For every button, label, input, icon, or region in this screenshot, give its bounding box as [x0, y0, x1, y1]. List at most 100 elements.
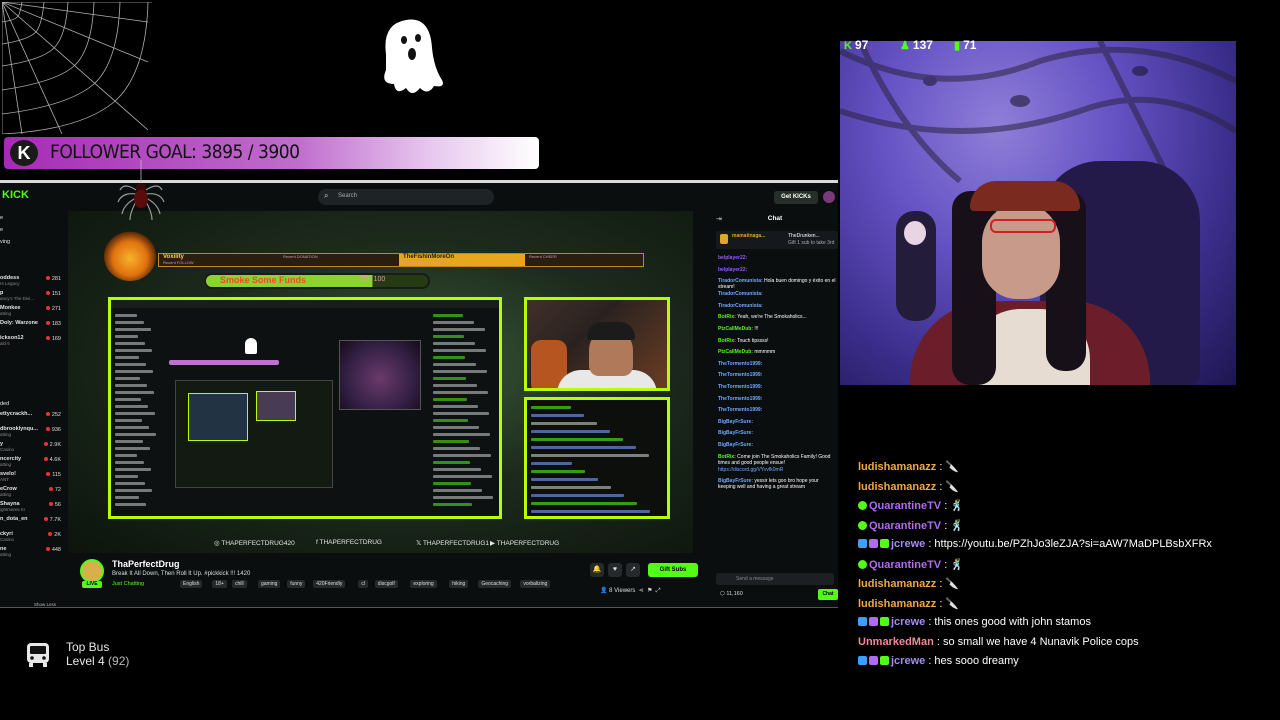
chat-message: TiradorComunista: Hola buen domingo y éx… [718, 278, 836, 290]
sidebar-channel[interactable]: ckyri Casino 2K [0, 531, 64, 545]
bus-icon [27, 643, 49, 667]
stream-video[interactable]: Voxility Recent FOLLOW Recent DONATION TheF… [68, 211, 693, 553]
stream-tag[interactable]: 420Friendly [313, 580, 346, 588]
overlay-chat-message: QuarantineTV : 🕺 [858, 558, 1278, 576]
stream-tag[interactable]: Geocaching [478, 580, 512, 588]
sidebar-channel[interactable]: svelo! ANT 115 [0, 471, 64, 485]
sidebar-channel[interactable]: dbrooklynqu... atting 936 [0, 426, 64, 440]
chat-badge-icon [869, 617, 878, 626]
chat-username[interactable]: PtzCallMeDub: [718, 326, 753, 332]
chat-message: PtzCallMeDub: !!! [718, 326, 836, 332]
kicks-balance-value: 11,160 [726, 591, 743, 597]
chat-username[interactable]: belplayer22: [718, 267, 747, 273]
chat-username[interactable]: TheTormento1999: [718, 372, 762, 378]
overlay-chat-username: jcrewe [891, 538, 926, 550]
chat-username[interactable]: TheTormento1999: [718, 361, 762, 367]
glasses [990, 219, 1056, 233]
sidebar-channel[interactable]: ickson12 ald 6 169 [0, 335, 64, 349]
sidebar-channel[interactable]: oddess rs Legacy 281 [0, 275, 64, 289]
chat-username[interactable]: belplayer22: [718, 255, 747, 261]
sidebar-nav-item[interactable]: ving [0, 239, 10, 245]
nested-sidebar-line [115, 489, 152, 492]
channel-name[interactable]: ThaPerfectDrug [112, 559, 180, 569]
sidebar-channel[interactable]: Shayna ightmares III 56 [0, 501, 64, 515]
nested-stream [175, 380, 333, 488]
channel-avatar[interactable] [80, 559, 104, 583]
social-link[interactable]: f THAPERFECTDRUG [316, 539, 382, 546]
recent-event-label: Recent SUBSCRIBER [403, 260, 443, 265]
nested-sidebar-line [115, 314, 137, 317]
chat-message: BotRix: Yeah, we're The Smokaholics... [718, 314, 836, 320]
stream-tag[interactable]: English [180, 580, 203, 588]
pinned-gift-card[interactable]: mamatinaga... TheDrunken... Gift 1 sub t… [716, 231, 838, 249]
sidebar-channel[interactable]: p ancy's The Divi... 151 [0, 290, 64, 304]
sidebar-channel[interactable]: Doly: Warzone 183 [0, 320, 64, 334]
nested-chat-line [433, 342, 475, 345]
chat-username[interactable]: BotRix: [718, 314, 736, 320]
nested-chat-line [433, 475, 492, 478]
sidebar-viewer-count: 281 [46, 276, 61, 282]
stream-tag[interactable]: 18+ [212, 580, 227, 588]
overlay-chat-frame-line [531, 470, 585, 473]
chat-username[interactable]: BigBayFrSure: [718, 419, 753, 425]
gift-icon [720, 234, 728, 244]
share-icon[interactable]: ↗ [626, 563, 640, 577]
social-link[interactable]: ▶ THAPERFECTDRUG [490, 539, 559, 547]
sidebar-channel[interactable]: ne atting 448 [0, 546, 64, 560]
stream-tag[interactable]: gaming [258, 580, 281, 588]
sidebar-channel-category: Casino [0, 447, 15, 452]
overlay-chat-message: UnmarkedMan : so small we have 4 Nunavik… [858, 636, 1278, 654]
top-bus-title: Top Bus [66, 640, 110, 654]
search-input[interactable]: ⌕ Search [318, 189, 494, 205]
sidebar-channel[interactable]: ncercity atting 4.6K [0, 456, 64, 470]
overlay-chat-text: : 🕺 [944, 500, 964, 512]
stream-tag[interactable]: cl [358, 580, 369, 588]
chat-username[interactable]: BigBayFrSure: [718, 442, 753, 448]
nested-chat-line [433, 321, 474, 324]
sidebar-channel[interactable]: ettycrackh... 252 [0, 411, 64, 425]
social-handle: THAPERFECTDRUG1 [422, 540, 490, 547]
chat-username[interactable]: PtzCallMeDub: [718, 349, 753, 355]
get-kicks-button[interactable]: Get KICKs [774, 191, 818, 204]
nested-chat-line [433, 412, 489, 415]
chat-message: BigBayFrSure: [718, 430, 836, 436]
user-badges [858, 655, 891, 667]
chat-username[interactable]: BotRix: [718, 338, 736, 344]
streamer-webcam-frame [524, 297, 670, 391]
stream-tag[interactable]: discgolf [374, 580, 398, 588]
nested-chat-line [433, 314, 463, 317]
chat-username[interactable]: TheTormento1999: [718, 396, 762, 402]
chat-send-button[interactable]: Chat [818, 589, 838, 600]
social-link[interactable]: ◎ THAPERFECTDRUG420 [214, 539, 295, 547]
user-badges [858, 500, 869, 512]
bell-icon[interactable]: 🔔 [590, 563, 604, 577]
chat-username[interactable]: TheTormento1999: [718, 384, 762, 390]
stream-tag[interactable]: exploring [410, 580, 437, 588]
stream-tag[interactable]: funny [287, 580, 306, 588]
chat-input[interactable]: Send a message [716, 573, 834, 585]
chat-username[interactable]: BigBayFrSure: [718, 430, 753, 436]
sidebar-channel[interactable]: eCrow atting 72 [0, 486, 64, 500]
sidebar-channel[interactable]: n_dota_en 7.7K [0, 516, 64, 530]
sidebar-viewer-count: 2.9K [44, 442, 61, 448]
chat-username[interactable]: TheTormento1999: [718, 407, 762, 413]
stream-tag[interactable]: chill [232, 580, 247, 588]
stream-tag[interactable]: hiking [449, 580, 469, 588]
sidebar-nav-item[interactable]: e [0, 215, 3, 221]
chat-username[interactable]: TiradorComunista: [718, 291, 763, 297]
show-less-link[interactable]: Show Less [34, 602, 56, 607]
sidebar-channel[interactable]: Monkee atting 271 [0, 305, 64, 319]
nested-sidebar-line [115, 475, 138, 478]
kick-logo[interactable]: KICK [2, 189, 29, 201]
heart-icon[interactable]: ♥ [608, 563, 622, 577]
gift-subs-button[interactable]: Gift Subs [648, 563, 698, 577]
sidebar-channel[interactable]: y Casino 2.9K [0, 441, 64, 455]
sidebar-nav-item[interactable]: e [0, 227, 3, 233]
user-avatar[interactable] [823, 191, 835, 203]
stream-category[interactable]: Just Chatting [112, 581, 144, 587]
nested-sidebar-line [115, 454, 137, 457]
social-link[interactable]: 𝕏 THAPERFECTDRUG1 [416, 539, 489, 547]
overlay-chat-text: : https://youtu.be/PZhJo3leZJA?si=aAW7Ma… [928, 538, 1212, 550]
stream-tag[interactable]: vorbalizing [520, 580, 551, 588]
chat-username[interactable]: TiradorComunista: [718, 303, 763, 309]
